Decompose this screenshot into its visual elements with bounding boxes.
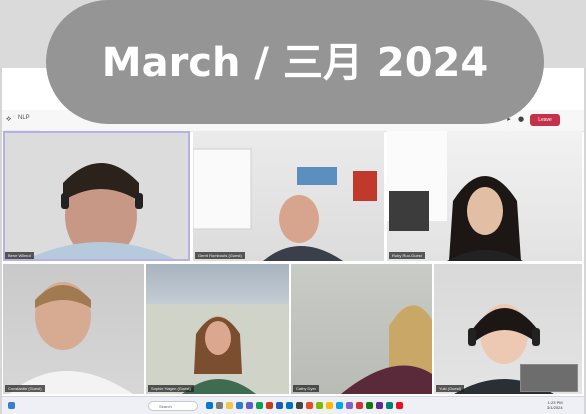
task-view-icon[interactable] xyxy=(216,402,223,409)
participant-video xyxy=(9,282,133,394)
self-view-preview[interactable] xyxy=(520,364,578,392)
video-tile-6[interactable]: Cathy Dyer xyxy=(291,264,432,394)
powerpoint-icon[interactable] xyxy=(266,402,273,409)
participant-video xyxy=(3,131,190,261)
date-banner: March / 三月 2024 xyxy=(46,0,544,124)
date-banner-text: March / 三月 2024 xyxy=(101,40,489,86)
windows-taskbar: Search 1:23 PM 3/1/2024 xyxy=(2,396,584,414)
app-icon[interactable] xyxy=(396,402,403,409)
teams-icon[interactable] xyxy=(246,402,253,409)
leave-button[interactable]: Leave xyxy=(530,114,560,126)
participant-name: Constantin (Guest) xyxy=(5,385,45,392)
participant-name: Cathy Dyer xyxy=(293,385,320,392)
app-icon[interactable] xyxy=(336,402,343,409)
participant-video xyxy=(146,304,289,394)
participant-video xyxy=(341,305,432,394)
participant-name: Ruby Ruo-Guest xyxy=(389,252,425,259)
taskbar-clock[interactable]: 1:23 PM 3/1/2024 xyxy=(547,400,563,410)
video-tile-1[interactable]: Bene Wilmot xyxy=(3,131,190,261)
participant-name: Gerrit Rombouts (Guest) xyxy=(195,252,245,259)
app-icon[interactable] xyxy=(386,402,393,409)
taskbar-search[interactable]: Search xyxy=(148,401,198,411)
teams-logo-icon: ⟡ xyxy=(6,114,12,123)
word-icon[interactable] xyxy=(276,402,283,409)
participant-name: Yuki (Guest) xyxy=(436,385,465,392)
video-tile-5[interactable]: Sophie Hagen (Guest) xyxy=(146,264,289,394)
app-icon[interactable] xyxy=(356,402,363,409)
mic-icon[interactable]: ● xyxy=(516,115,526,123)
weather-icon[interactable] xyxy=(8,402,15,409)
participant-name: Sophie Hagen (Guest) xyxy=(148,385,194,392)
excel-icon[interactable] xyxy=(256,402,263,409)
file-explorer-icon[interactable] xyxy=(226,402,233,409)
app-icon[interactable] xyxy=(306,402,313,409)
video-tile-4[interactable]: Constantin (Guest) xyxy=(3,264,144,394)
outlook-icon[interactable] xyxy=(286,402,293,409)
app-icon[interactable] xyxy=(366,402,373,409)
app-icon[interactable] xyxy=(316,402,323,409)
app-icon[interactable] xyxy=(346,402,353,409)
video-tile-3[interactable]: Ruby Ruo-Guest xyxy=(387,131,582,261)
windows-start-icon[interactable] xyxy=(206,402,213,409)
app-icon[interactable] xyxy=(376,402,383,409)
terminal-icon[interactable] xyxy=(296,402,303,409)
participant-video xyxy=(387,131,523,261)
video-tile-2[interactable]: Gerrit Rombouts (Guest) xyxy=(193,131,384,261)
clock-date: 3/1/2024 xyxy=(547,405,563,410)
meeting-title: NLP xyxy=(18,115,30,121)
app-icon[interactable] xyxy=(326,402,333,409)
participant-name: Bene Wilmot xyxy=(5,252,34,259)
participant-video xyxy=(193,148,377,261)
edge-icon[interactable] xyxy=(236,402,243,409)
